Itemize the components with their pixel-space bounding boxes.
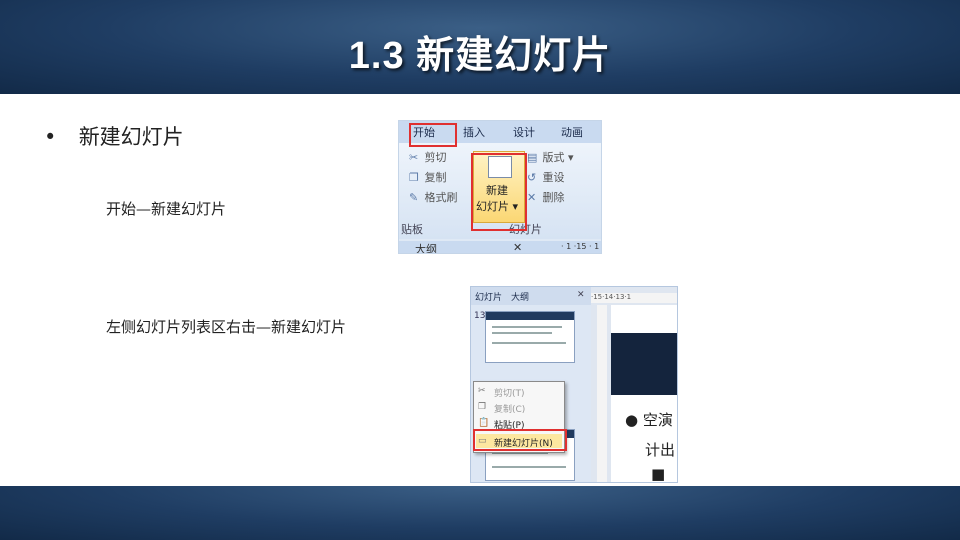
slide-title: 1.3 新建幻灯片 xyxy=(348,35,612,77)
highlight-box-new-slide-menu xyxy=(473,429,567,451)
copy-button[interactable]: ❐ 复制 xyxy=(409,169,447,185)
scissors-icon: ✂ xyxy=(409,151,419,164)
delete-icon: ✕ xyxy=(527,191,537,204)
layout-button[interactable]: ▤ 版式 ▾ xyxy=(527,149,574,165)
panel-tabs: 幻灯片 大纲 ✕ xyxy=(471,287,591,305)
tab-slides[interactable]: 幻灯片 xyxy=(475,290,502,303)
tab-animation[interactable]: 动画 xyxy=(561,124,583,140)
group-label-clipboard: 贴板 xyxy=(401,223,423,236)
format-painter-button[interactable]: ✎ 格式刷 xyxy=(409,189,458,205)
highlight-box-home-tab xyxy=(409,123,457,147)
slide-canvas[interactable]: ● 空演 计出 ■ 启 xyxy=(611,305,677,483)
slide-text-line: ● 空演 xyxy=(625,411,673,429)
paste-icon: 📋 xyxy=(478,418,490,428)
scissors-icon: ✂ xyxy=(478,386,486,396)
ribbon-screenshot: 开始 插入 设计 动画 ✂ 剪切 ❐ 复制 ✎ 格式刷 ▤ 版式 ▾ ↺ 重设 … xyxy=(398,120,602,254)
tab-design[interactable]: 设计 xyxy=(513,124,535,140)
footer-banner xyxy=(0,486,960,540)
outline-tab-strip: 大纲 ✕ · 1 ·15 · 1 xyxy=(399,241,601,253)
copy-icon: ❐ xyxy=(409,171,419,184)
slide-editor: ·15·14·13·1 ● 空演 计出 ■ 启 xyxy=(591,287,677,483)
layout-icon: ▤ xyxy=(527,151,538,164)
bullet-text: 新建幻灯片 xyxy=(78,125,184,149)
close-icon[interactable]: ✕ xyxy=(513,241,522,253)
menu-item-cut[interactable]: 剪切(T) xyxy=(494,386,525,399)
reset-icon: ↺ xyxy=(527,171,537,184)
slide-title-band xyxy=(611,333,677,395)
highlight-box-new-slide xyxy=(471,153,527,231)
ruler-top: · 1 ·15 · 1 xyxy=(561,242,600,251)
copy-icon: ❐ xyxy=(478,402,487,412)
bullet-marker: • xyxy=(44,125,57,149)
brush-icon: ✎ xyxy=(409,191,419,204)
tab-outline[interactable]: 大纲 xyxy=(415,241,437,253)
tab-insert[interactable]: 插入 xyxy=(463,124,485,140)
cut-button[interactable]: ✂ 剪切 xyxy=(409,149,447,165)
title-banner: 1.3 新建幻灯片 xyxy=(0,0,960,94)
slide-text-line: 计出 xyxy=(645,441,676,459)
slide-panel-screenshot: 幻灯片 大纲 ✕ 13 14 ✂ 剪切(T) ❐ 复制(C) 📋 粘贴(P) ▭ xyxy=(470,286,678,483)
ruler-left xyxy=(597,305,607,482)
ruler-top: ·15·14·13·1 xyxy=(591,293,677,303)
reset-button[interactable]: ↺ 重设 xyxy=(527,169,565,185)
method-desc-1: 开始—新建幻灯片 xyxy=(106,200,227,218)
delete-button[interactable]: ✕ 删除 xyxy=(527,189,565,205)
close-icon[interactable]: ✕ xyxy=(577,290,585,300)
slide-thumbnail[interactable] xyxy=(485,311,575,363)
slide-list[interactable]: 13 14 ✂ 剪切(T) ❐ 复制(C) 📋 粘贴(P) ▭ 新建幻灯片(N) xyxy=(471,305,591,482)
bullet-item: • 新建幻灯片 xyxy=(44,121,184,151)
method-desc-2: 左侧幻灯片列表区右击—新建幻灯片 xyxy=(106,318,347,336)
slide-number: 13 xyxy=(474,311,486,321)
slide-text-line: ■ 启 xyxy=(651,465,666,483)
tab-outline[interactable]: 大纲 xyxy=(511,290,529,303)
menu-item-copy[interactable]: 复制(C) xyxy=(494,402,525,415)
